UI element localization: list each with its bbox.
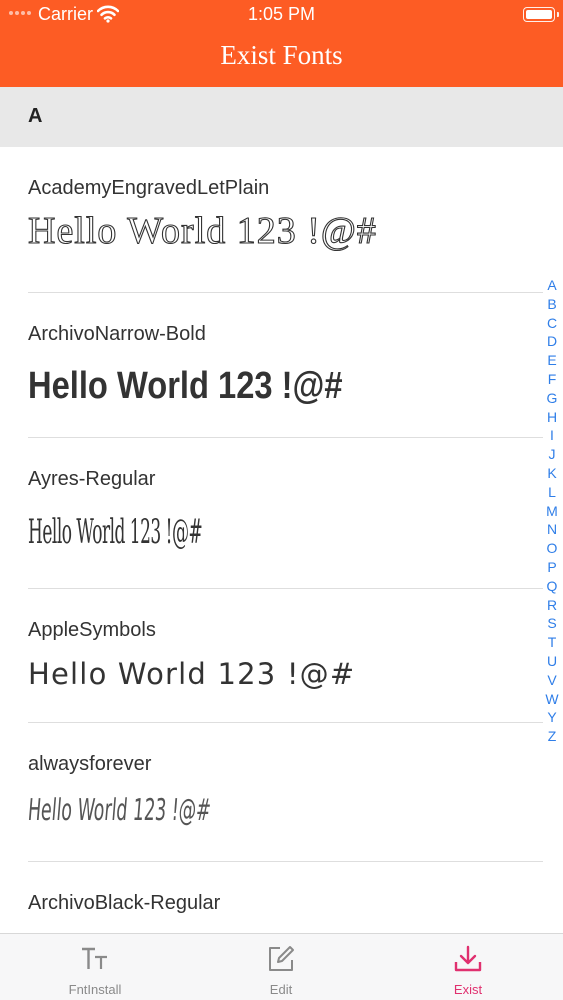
tab-edit[interactable]: Edit bbox=[201, 934, 361, 1000]
tab-label: FntInstall bbox=[68, 982, 122, 997]
font-sample: Hello World 123 !@# bbox=[26, 793, 213, 828]
index-letter[interactable]: B bbox=[542, 295, 562, 314]
index-letter[interactable]: R bbox=[542, 596, 562, 615]
font-sample: Hello World 123 !@# bbox=[28, 512, 203, 552]
battery-icon bbox=[523, 7, 559, 22]
page-title: Exist Fonts bbox=[220, 40, 343, 70]
index-letter[interactable]: J bbox=[542, 445, 562, 464]
navigation-bar: Carrier 1:05 PM Exist Fonts bbox=[0, 0, 563, 87]
status-time: 1:05 PM bbox=[247, 4, 316, 24]
tab-fntinstall[interactable]: FntInstall bbox=[15, 934, 175, 1000]
index-letter[interactable]: G bbox=[542, 389, 562, 408]
text-size-icon bbox=[82, 947, 107, 969]
font-row[interactable]: Ayres-Regular Hello World 123 !@# bbox=[0, 438, 545, 589]
index-letter[interactable]: L bbox=[542, 483, 562, 502]
tab-label: Exist bbox=[453, 982, 483, 997]
font-sample: Hello World 123 !@# bbox=[28, 657, 356, 691]
index-letter[interactable]: E bbox=[542, 351, 562, 370]
font-row[interactable]: ArchivoBlack-Regular bbox=[0, 862, 545, 933]
index-letter[interactable]: N bbox=[542, 520, 562, 539]
index-letter[interactable]: P bbox=[542, 558, 562, 577]
index-letter[interactable]: D bbox=[542, 332, 562, 351]
status-bar: Carrier 1:05 PM bbox=[0, 0, 563, 28]
index-letter[interactable]: O bbox=[542, 539, 562, 558]
index-letter[interactable]: Y bbox=[542, 708, 562, 727]
index-letter[interactable]: K bbox=[542, 464, 562, 483]
tab-label: Edit bbox=[269, 982, 293, 997]
index-letter[interactable]: U bbox=[542, 652, 562, 671]
index-letter[interactable]: F bbox=[542, 370, 562, 389]
tab-exist[interactable]: Exist bbox=[388, 934, 548, 1000]
index-letter[interactable]: S bbox=[542, 614, 562, 633]
font-sample: Hello World 123 !@# bbox=[28, 365, 343, 407]
font-name: AcademyEngravedLetPlain bbox=[28, 177, 270, 199]
index-letter[interactable]: H bbox=[542, 408, 562, 427]
download-icon bbox=[454, 945, 482, 972]
index-letter[interactable]: M bbox=[542, 502, 562, 521]
index-letter[interactable]: Z bbox=[542, 727, 562, 746]
section-index[interactable]: A B C D E F G H I J K L M N O P Q R S T … bbox=[542, 276, 562, 746]
font-row[interactable]: AcademyEngravedLetPlain Hello World 123 … bbox=[0, 147, 545, 293]
font-name: Ayres-Regular bbox=[28, 468, 156, 490]
font-row[interactable]: ArchivoNarrow-Bold Hello World 123 !@# bbox=[0, 293, 545, 438]
index-letter[interactable]: W bbox=[542, 690, 562, 709]
edit-icon bbox=[269, 946, 294, 971]
index-letter[interactable]: I bbox=[542, 426, 562, 445]
section-letter: A bbox=[28, 105, 43, 127]
tab-bar: FntInstall Edit Exist bbox=[0, 933, 563, 1000]
index-letter[interactable]: A bbox=[542, 276, 562, 295]
section-header: A bbox=[0, 87, 563, 147]
font-row[interactable]: alwaysforever Hello World 123 !@# bbox=[0, 723, 545, 862]
index-letter[interactable]: C bbox=[542, 314, 562, 333]
index-letter[interactable]: V bbox=[542, 671, 562, 690]
font-row[interactable]: AppleSymbols Hello World 123 !@# bbox=[0, 589, 545, 723]
font-name: AppleSymbols bbox=[28, 619, 156, 641]
font-name: ArchivoBlack-Regular bbox=[28, 892, 221, 914]
font-name: alwaysforever bbox=[28, 753, 152, 775]
index-letter[interactable]: T bbox=[542, 633, 562, 652]
font-sample: Hello World 123 !@# bbox=[27, 209, 377, 252]
font-name: ArchivoNarrow-Bold bbox=[28, 323, 206, 345]
index-letter[interactable]: Q bbox=[542, 577, 562, 596]
